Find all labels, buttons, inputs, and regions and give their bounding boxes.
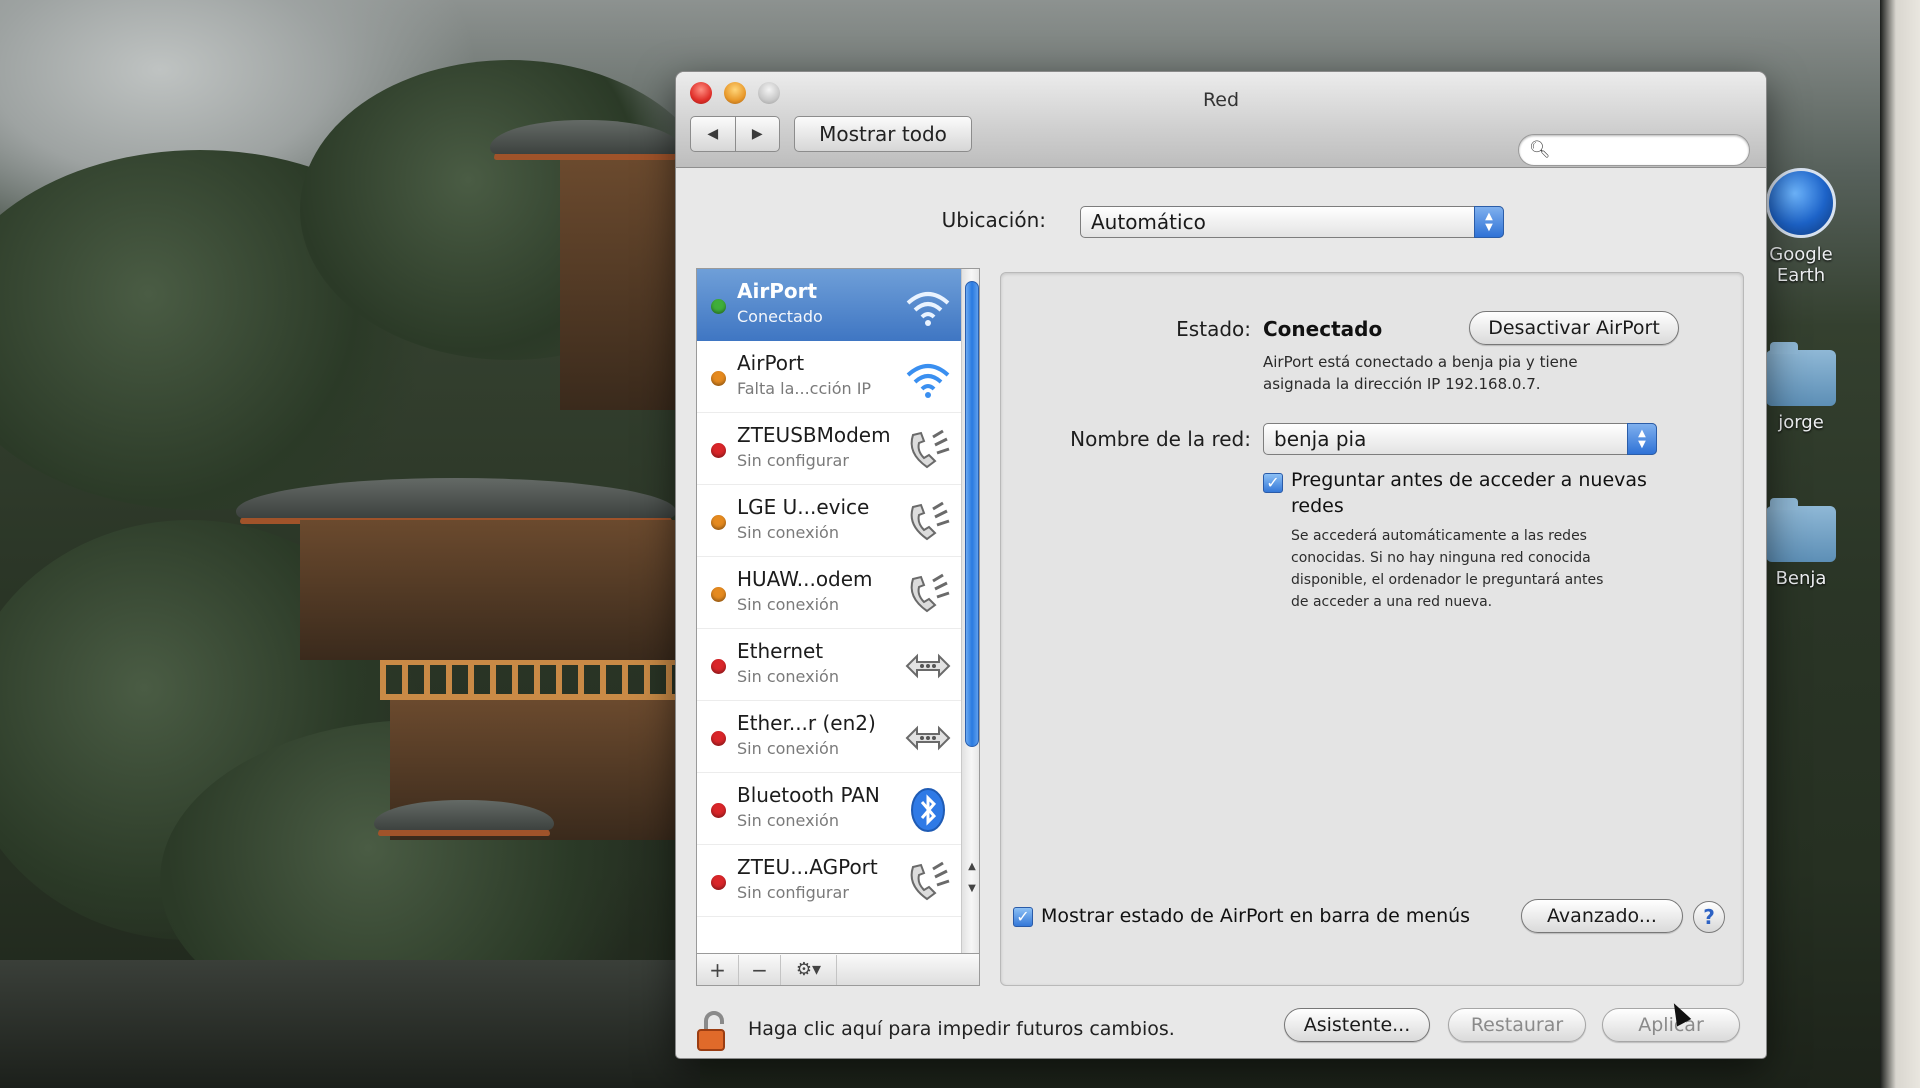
service-status: Sin conexión — [737, 595, 839, 614]
status-dot-icon — [711, 803, 726, 818]
status-dot-icon — [711, 299, 726, 314]
status-dot-icon — [711, 443, 726, 458]
scrollbar-thumb[interactable] — [965, 281, 979, 747]
folder-icon — [1766, 498, 1836, 562]
gear-icon[interactable]: ⚙▾ — [781, 954, 837, 985]
search-input[interactable] — [1553, 139, 1739, 161]
service-item-bluetooth-pan[interactable]: Bluetooth PAN Sin conexión — [697, 773, 961, 845]
network-name-value: benja pia — [1274, 427, 1367, 451]
folder-icon — [1766, 342, 1836, 406]
service-item-huawei-modem[interactable]: HUAW...odem Sin conexión — [697, 557, 961, 629]
location-select[interactable]: Automático ▲ ▼ — [1080, 206, 1504, 238]
select-stepper-icon: ▲ ▼ — [1474, 206, 1504, 238]
assistant-button[interactable]: Asistente... — [1284, 1008, 1430, 1042]
service-list-toolbar: + − ⚙▾ — [696, 954, 980, 986]
ask-before-joining-description: Se accederá automáticamente a las redes … — [1291, 528, 1604, 610]
service-status: Sin conexión — [737, 667, 839, 686]
service-list: AirPort Conectado AirPort Falta la...cci… — [696, 268, 980, 954]
service-status: Sin conexión — [737, 523, 839, 542]
service-detail-pane: Estado: Conectado Desactivar AirPort Air… — [1000, 272, 1744, 986]
service-name: Ether...r (en2) — [737, 711, 876, 735]
phone-icon — [910, 429, 950, 469]
scroll-up-icon[interactable]: ▲ — [966, 861, 978, 872]
service-item-lge-device[interactable]: LGE U...evice Sin conexión — [697, 485, 961, 557]
google-earth-icon — [1766, 168, 1836, 238]
ask-before-joining-checkbox[interactable]: ✓ — [1263, 473, 1283, 493]
service-name: Ethernet — [737, 639, 824, 663]
status-dot-icon — [711, 875, 726, 890]
phone-icon — [910, 573, 950, 613]
service-name: LGE U...evice — [737, 495, 870, 519]
advanced-button[interactable]: Avanzado... — [1521, 899, 1683, 933]
service-status: Falta la...cción IP — [737, 379, 872, 398]
service-item-zteusbmodem[interactable]: ZTEUSBModem Sin configurar — [697, 413, 961, 485]
status-dot-icon — [711, 515, 726, 530]
ethernet-icon — [905, 725, 951, 751]
service-name: AirPort — [737, 351, 805, 375]
service-status: Sin configurar — [737, 883, 849, 902]
status-description: AirPort está conectado a benja pia y tie… — [1263, 353, 1578, 393]
back-arrow-icon[interactable]: ◀ — [691, 117, 735, 151]
status-dot-icon — [711, 659, 726, 674]
service-status: Conectado — [737, 307, 823, 326]
location-value: Automático — [1091, 210, 1206, 234]
service-name: AirPort — [737, 279, 818, 303]
remove-service-button[interactable]: − — [739, 954, 781, 985]
search-icon: 🔍︎ — [1529, 140, 1551, 160]
scroll-down-icon[interactable]: ▼ — [966, 883, 978, 894]
wifi-icon — [906, 364, 950, 398]
show-airport-status-checkbox[interactable]: ✓ — [1013, 907, 1033, 927]
window-title: Red — [1202, 89, 1240, 111]
lock-message: Haga clic aquí para impedir futuros camb… — [748, 1018, 1175, 1040]
service-item-ethernet-en2[interactable]: Ether...r (en2) Sin conexión — [697, 701, 961, 773]
status-dot-icon — [711, 731, 726, 746]
desktop-icon-jorge[interactable]: jorge — [1756, 342, 1846, 433]
status-dot-icon — [711, 587, 726, 602]
service-status: Sin conexión — [737, 811, 839, 830]
desktop-icon-label: Google Earth — [1769, 244, 1833, 286]
bluetooth-icon — [911, 788, 945, 832]
network-name-select[interactable]: benja pia ▲ ▼ — [1263, 423, 1657, 455]
show-all-button[interactable]: Mostrar todo — [794, 116, 972, 152]
titlebar: Red ◀ ▶ Mostrar todo 🔍︎ — [676, 72, 1766, 168]
ethernet-icon — [905, 653, 951, 679]
forward-arrow-icon[interactable]: ▶ — [734, 117, 780, 151]
add-service-button[interactable]: + — [697, 954, 739, 985]
show-airport-status-label: Mostrar estado de AirPort en barra de me… — [1041, 905, 1471, 927]
help-button[interactable]: ? — [1693, 901, 1725, 933]
desktop-icon-google-earth[interactable]: Google Earth — [1756, 168, 1846, 286]
status-label: Estado: — [1176, 317, 1251, 341]
status-value: Conectado — [1263, 317, 1383, 341]
desktop-icon-label: jorge — [1778, 412, 1824, 433]
network-name-label: Nombre de la red: — [1070, 427, 1251, 451]
service-status: Sin configurar — [737, 451, 849, 470]
desktop-icon-benja[interactable]: Benja — [1756, 498, 1846, 589]
service-item-ethernet[interactable]: Ethernet Sin conexión — [697, 629, 961, 701]
wifi-icon — [906, 292, 950, 326]
navigation-buttons: ◀ ▶ — [690, 116, 780, 152]
phone-icon — [910, 861, 950, 901]
service-name: ZTEU...AGPort — [737, 855, 878, 879]
desktop-icon-label: Benja — [1775, 568, 1827, 589]
turn-airport-off-button[interactable]: Desactivar AirPort — [1469, 311, 1679, 345]
service-item-zte-agport[interactable]: ZTEU...AGPort Sin configurar — [697, 845, 961, 917]
ask-before-joining-label: Preguntar antes de acceder a nuevas rede… — [1291, 469, 1647, 517]
service-item-airport[interactable]: AirPort Falta la...cción IP — [697, 341, 961, 413]
search-field[interactable]: 🔍︎ — [1518, 134, 1750, 166]
service-list-scrollbar[interactable]: ▲ ▼ — [961, 269, 979, 953]
screen-bezel — [1880, 0, 1920, 1088]
service-status: Sin conexión — [737, 739, 839, 758]
service-name: ZTEUSBModem — [737, 423, 891, 447]
select-stepper-icon: ▲ ▼ — [1627, 423, 1657, 455]
service-name: Bluetooth PAN — [737, 783, 880, 807]
status-dot-icon — [711, 371, 726, 386]
location-label: Ubicación: — [941, 208, 1046, 232]
service-item-airport-connected[interactable]: AirPort Conectado — [697, 269, 961, 341]
restore-button[interactable]: Restaurar — [1448, 1008, 1586, 1042]
network-preferences-window: Red ◀ ▶ Mostrar todo 🔍︎ Ubicación: Autom… — [676, 72, 1766, 1058]
lock-icon[interactable] — [696, 1010, 732, 1052]
phone-icon — [910, 501, 950, 541]
service-name: HUAW...odem — [737, 567, 873, 591]
